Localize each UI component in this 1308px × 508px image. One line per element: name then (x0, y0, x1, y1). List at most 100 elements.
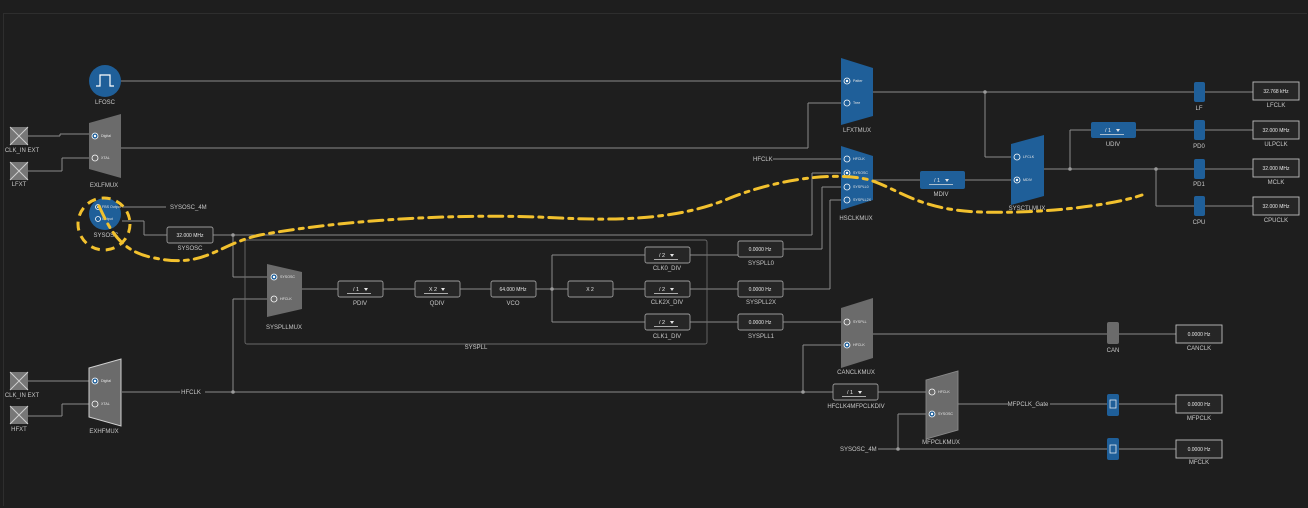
qdiv-label: QDIV (430, 301, 445, 307)
pdiv-label: PDIV (353, 301, 367, 307)
clkin-ext-2-label: CLK_IN EXT (5, 393, 40, 399)
syspll1-value-text: 0.0000 Hz (749, 320, 772, 326)
clk1-div-dropdown[interactable]: / 2 CLK1_DIV (644, 313, 691, 340)
gate-can-label: CAN (1107, 348, 1120, 354)
x2-text: X 2 (586, 287, 594, 293)
gate-pd0[interactable]: PD0 (1193, 120, 1205, 150)
lfxt-source[interactable]: LFXT (9, 161, 29, 188)
mfpclkmux-opt-hfclk: HFCLK (938, 390, 950, 394)
gate-pd1-label: PD1 (1193, 182, 1205, 188)
exhfmux-opt-xtal: XTAL (101, 402, 110, 406)
gate-can[interactable]: CAN (1107, 322, 1120, 354)
lfclk-label: LFCLK (1267, 103, 1286, 109)
hsclkmux[interactable]: HFCLK SYSOSC SYSPLL0 SYSPLL2X HSCLKMUX (839, 146, 873, 222)
syspllmux-opt-sysosc: SYSOSC (280, 275, 295, 279)
gate-mfclk[interactable] (1107, 438, 1119, 460)
exhfmux[interactable]: Digital XTAL EXHFMUX (88, 358, 122, 435)
syspllmux[interactable]: SYSOSC HFCLK SYSPLLMUX (266, 264, 302, 331)
mdiv-dropdown[interactable]: / 1 MDIV (920, 171, 965, 198)
hfclk4mfpclkdiv-value: / 1 (847, 390, 853, 396)
clkin-ext-1-source[interactable]: CLK_IN EXT (5, 126, 40, 154)
syspll-group-label: SYSPLL (465, 345, 488, 351)
sysosc-value: 32.000 MHz SYSOSC (166, 226, 214, 252)
sysctlmux-opt-mdiv: MDIV (1023, 178, 1033, 182)
sysosc-value-text: 32.000 MHz (177, 233, 204, 239)
lfosc-source[interactable]: LFOSC (89, 65, 121, 106)
clk1-div-value: / 2 (659, 320, 665, 326)
cpuclk-label: CPUCLK (1264, 218, 1288, 224)
gate-pd0-label: PD0 (1193, 144, 1205, 150)
lfxtmux[interactable]: Patter Tree LFXTMUX (841, 58, 873, 134)
hfclk-net-label: HFCLK (181, 390, 201, 396)
syspll0-label: SYSPLL0 (748, 261, 775, 267)
lfclk-value: 32.768 kHz (1263, 89, 1289, 95)
udiv-dropdown[interactable]: / 1 UDIV (1091, 122, 1136, 148)
syspll2x-value-text: 0.0000 Hz (749, 287, 772, 293)
vco-label: VCO (506, 301, 519, 307)
gate-lf[interactable]: LF (1194, 82, 1205, 112)
exlfmux-opt-digital: Digital (101, 134, 111, 138)
sysosc-4m-bottom-label: SYSOSC_4M (840, 447, 877, 453)
lfxtmux-opt-tree: Tree (853, 101, 860, 105)
sysosc-4m-label: SYSOSC_4M (170, 205, 207, 211)
vco-value: 64.000 MHz VCO (490, 280, 537, 307)
clk2x-div-dropdown[interactable]: / 2 CLK2X_DIV (644, 280, 691, 306)
syspll1-label: SYSPLL1 (748, 334, 775, 340)
canclk-value: 0.0000 Hz (1188, 332, 1211, 338)
clk0-div-value: / 2 (659, 253, 665, 259)
sysosc-value-label: SYSOSC (177, 246, 203, 252)
canclkmux[interactable]: SYSPLL HFCLK CANCLKMUX (837, 298, 875, 376)
exlfmux-opt-xtal: XTAL (101, 156, 110, 160)
mfclk-value: 0.0000 Hz (1188, 447, 1211, 453)
mfpclk-label: MFPCLK (1187, 416, 1211, 422)
pdiv-value: / 1 (353, 287, 359, 293)
clkin-ext-2-source[interactable]: CLK_IN EXT (5, 371, 40, 399)
output-ulpclk: 32.000 MHz ULPCLK (1252, 120, 1300, 148)
gate-pd1[interactable]: PD1 (1193, 159, 1205, 188)
wires (28, 80, 1253, 451)
hsclkmux-opt-sysosc: SYSOSC (853, 171, 868, 175)
gate-cpu-label: CPU (1193, 220, 1206, 226)
lfxtmux-label: LFXTMUX (843, 128, 871, 134)
syspll-group: SYSPLL (244, 239, 708, 351)
vco-value-text: 64.000 MHz (500, 287, 527, 293)
mfpclkmux-opt-sysosc: SYSOSC (938, 412, 953, 416)
sysctlmux-opt-lfclk: LFCLK (1023, 155, 1035, 159)
mfpclkmux[interactable]: HFCLK SYSOSC MFPCLKMUX (922, 370, 960, 446)
cpuclk-value: 32.000 MHz (1263, 204, 1290, 210)
gate-mfpclk[interactable] (1107, 394, 1119, 416)
hsclkmux-opt-hfclk: HFCLK (853, 157, 865, 161)
canclkmux-opt-syspll: SYSPLL (853, 320, 867, 324)
lfosc-label: LFOSC (95, 100, 116, 106)
ulpclk-value: 32.000 MHz (1263, 128, 1290, 134)
gate-cpu[interactable]: CPU (1193, 196, 1206, 226)
hfclk4mfpclkdiv-label: HFCLK4MFPCLKDIV (827, 404, 884, 410)
udiv-value: / 1 (1105, 128, 1111, 134)
hfxt-source[interactable]: HFXT (9, 405, 29, 433)
clkin-ext-1-label: CLK_IN EXT (5, 148, 40, 154)
exhfmux-opt-digital: Digital (101, 379, 111, 383)
yellow-highlight-annotation (76, 174, 1144, 263)
canclkmux-label: CANCLKMUX (837, 370, 875, 376)
qdiv-dropdown[interactable]: X 2 QDIV (414, 280, 461, 307)
mclk-value: 32.000 MHz (1263, 166, 1290, 172)
mclk-label: MCLK (1268, 180, 1285, 186)
qdiv-value: X 2 (429, 287, 437, 293)
clk0-div-dropdown[interactable]: / 2 CLK0_DIV (644, 246, 691, 272)
pdiv-dropdown[interactable]: / 1 PDIV (337, 280, 384, 307)
exlfmux[interactable]: Digital XTAL EXLFMUX (89, 114, 121, 189)
hsclkmux-opt-syspll2x: SYSPLL2X (853, 198, 872, 202)
exhfmux-label: EXHFMUX (89, 429, 118, 435)
syspllmux-opt-hfclk: HFCLK (280, 297, 292, 301)
canclkmux-opt-hfclk: HFCLK (853, 343, 865, 347)
syspll2x-label: SYSPLL2X (746, 300, 776, 306)
gate-lf-label: LF (1195, 106, 1202, 112)
mdiv-label: MDIV (934, 192, 949, 198)
hfclk4mfpclkdiv-dropdown[interactable]: / 1 HFCLK4MFPCLKDIV (827, 383, 885, 410)
clock-tree-diagram: .w { stroke:#8a8a8a; stroke-width:1; fil… (5, 58, 1300, 466)
mfclk-label: MFCLK (1189, 460, 1209, 466)
sysosc-opt-fbs: FBS Output (102, 205, 121, 209)
sysctlmux[interactable]: LFCLK MDIV SYSCTLMUX (1009, 135, 1046, 212)
x2-block: X 2 (567, 280, 614, 298)
output-mfclk: 0.0000 Hz MFCLK (1175, 439, 1223, 466)
